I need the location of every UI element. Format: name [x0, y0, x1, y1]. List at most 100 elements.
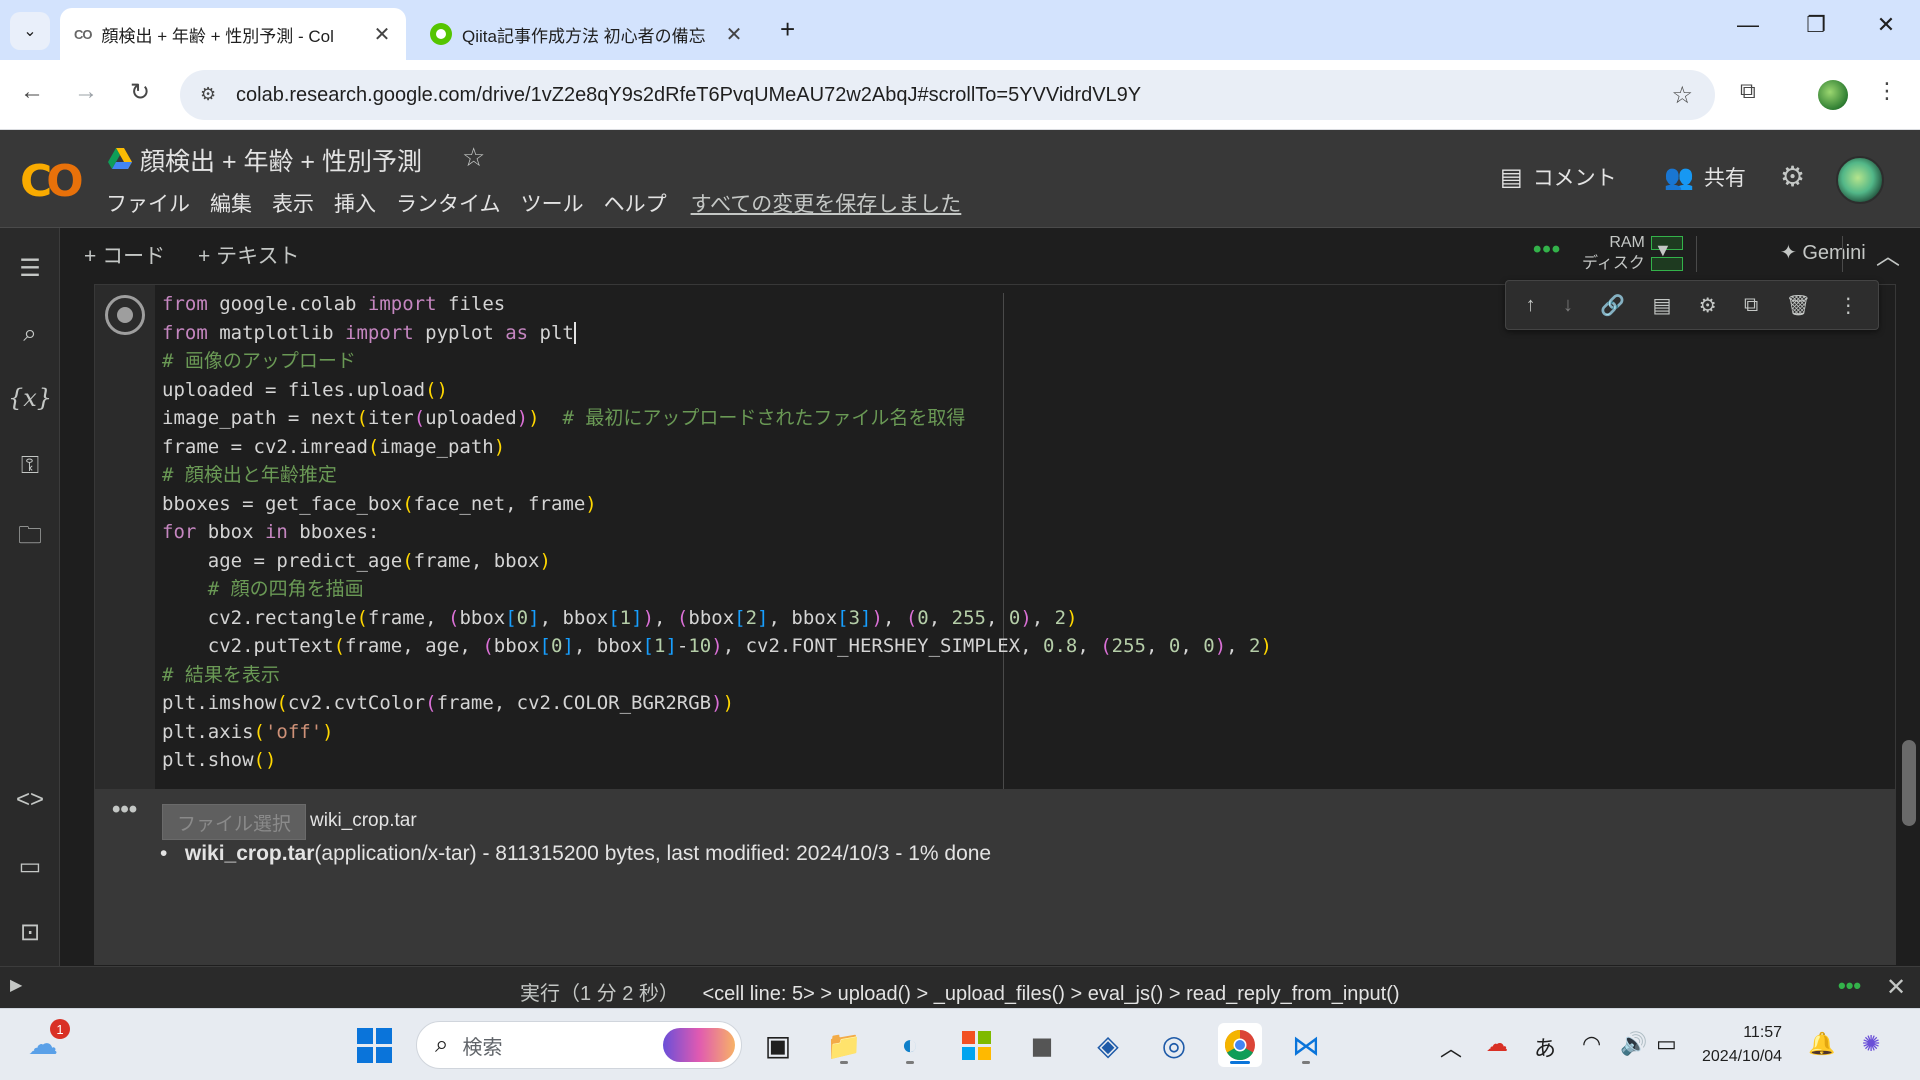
battery-icon[interactable]: ▭: [1656, 1031, 1677, 1057]
minimize-icon[interactable]: —: [1728, 12, 1768, 38]
runtime-status-dots[interactable]: •••: [1533, 236, 1561, 264]
file-select-button[interactable]: ファイル選択: [162, 804, 306, 840]
close-status-icon[interactable]: ✕: [1886, 973, 1906, 1002]
move-cell-down-icon[interactable]: ↓: [1563, 294, 1573, 317]
menu-view[interactable]: 表示: [272, 188, 314, 218]
gemini-label: Gemini: [1802, 242, 1866, 264]
tab-colab[interactable]: CO 顔検出 + 年齢 + 性別予測 - Col ✕: [60, 8, 406, 60]
files-folder-icon[interactable]: 🗀: [0, 518, 60, 559]
notebook-title[interactable]: 顔検出 + 年齢 + 性別予測: [140, 142, 422, 178]
back-icon[interactable]: ←: [14, 78, 50, 106]
onedrive-error-icon[interactable]: ☁: [1486, 1031, 1508, 1057]
code-cell[interactable]: from google.colab import files from matp…: [94, 284, 1896, 790]
new-tab-icon[interactable]: +: [780, 14, 795, 45]
extensions-icon[interactable]: ⧉: [1740, 78, 1756, 104]
restore-icon[interactable]: ❐: [1796, 12, 1836, 38]
comment-button[interactable]: ▤ コメント: [1500, 162, 1617, 192]
url-text: colab.research.google.com/drive/1vZ2e8qY…: [236, 83, 1142, 106]
copilot-icon[interactable]: ✺: [1862, 1031, 1880, 1057]
window-close-icon[interactable]: ✕: [1866, 12, 1906, 38]
notification-bell-icon[interactable]: 🔔: [1808, 1031, 1835, 1057]
task-view-icon[interactable]: ▣: [756, 1023, 800, 1067]
colab-logo[interactable]: CO: [20, 156, 84, 207]
output-actions-icon[interactable]: •••: [112, 796, 137, 824]
share-label: 共有: [1703, 167, 1746, 190]
notebook-scrollbar[interactable]: [1902, 740, 1916, 826]
code-snippets-icon[interactable]: <>: [0, 786, 60, 814]
file-explorer-icon[interactable]: 📁: [822, 1023, 866, 1067]
toolbar-divider: [1842, 236, 1843, 272]
terminal-icon[interactable]: ⊡: [0, 918, 60, 947]
link-icon[interactable]: 🔗: [1600, 293, 1625, 318]
clock-date: 2024/10/04: [1702, 1048, 1783, 1065]
tab-qiita[interactable]: Qiita記事作成方法 初心者の備忘 ✕: [416, 8, 758, 60]
url-input[interactable]: ⚙ colab.research.google.com/drive/1vZ2e8…: [180, 70, 1715, 120]
colab-header: CO 顔検出 + 年齢 + 性別予測 ☆ ファイル 編集 表示 挿入 ランタイム…: [0, 130, 1920, 228]
expand-caret-icon[interactable]: ▶: [10, 975, 22, 995]
ime-indicator[interactable]: あ: [1534, 1031, 1556, 1063]
menu-edit[interactable]: 編集: [210, 188, 252, 218]
search-icon[interactable]: ⌕: [0, 320, 60, 348]
account-avatar[interactable]: [1836, 156, 1884, 204]
share-button[interactable]: 👥 共有: [1664, 162, 1746, 192]
reload-icon[interactable]: ↻: [122, 78, 158, 107]
show-hidden-icons-icon[interactable]: ︿: [1440, 1031, 1462, 1063]
menu-insert[interactable]: 挿入: [334, 188, 376, 218]
volume-icon[interactable]: 🔊: [1620, 1031, 1647, 1057]
upload-filename: wiki_crop.tar: [184, 842, 315, 865]
edge-browser-icon[interactable]: ◐: [888, 1023, 932, 1067]
menu-file[interactable]: ファイル: [106, 188, 190, 218]
code-text[interactable]: from google.colab import files from matp…: [162, 290, 1272, 775]
menu-runtime[interactable]: ランタイム: [396, 188, 501, 218]
browser-menu-icon[interactable]: ⋮: [1876, 78, 1898, 104]
runtime-dropdown-icon[interactable]: ▼: [1654, 240, 1672, 261]
execution-status: 実行（1 分 2 秒） <cell line: 5> > upload() > …: [520, 977, 1400, 1006]
delete-trash-icon[interactable]: 🗑: [1786, 293, 1811, 318]
menu-help[interactable]: ヘルプ: [604, 188, 667, 218]
toolbar-divider: [1696, 236, 1697, 272]
save-status[interactable]: すべての変更を保存しました: [691, 188, 962, 218]
more-options-icon[interactable]: ⋮: [1838, 293, 1858, 318]
settings-gear-icon[interactable]: ⚙: [1780, 160, 1805, 193]
chrome-browser-icon[interactable]: [1218, 1023, 1262, 1067]
taskbar-search-input[interactable]: ⌕ 検索: [416, 1021, 742, 1069]
search-highlight-art: [663, 1028, 735, 1062]
system-clock[interactable]: 11:57 2024/10/04: [1702, 1021, 1782, 1069]
site-info-icon[interactable]: ⚙: [200, 84, 216, 105]
status-dots[interactable]: •••: [1838, 973, 1861, 999]
menu-tools[interactable]: ツール: [521, 188, 584, 218]
tab-close-icon[interactable]: ✕: [724, 22, 744, 47]
clock-app-icon[interactable]: ◎: [1152, 1023, 1196, 1067]
windows-start-icon[interactable]: [352, 1023, 396, 1067]
forward-icon[interactable]: →: [68, 78, 104, 106]
variables-icon[interactable]: {x}: [0, 384, 60, 412]
mirror-cell-icon[interactable]: ⧉: [1744, 294, 1758, 317]
comment-icon[interactable]: ▤: [1653, 293, 1672, 318]
tab-close-icon[interactable]: ✕: [372, 22, 392, 47]
cell-settings-icon[interactable]: ⚙: [1699, 293, 1717, 318]
tab-title: Qiita記事作成方法 初心者の備忘: [462, 26, 706, 46]
wifi-icon[interactable]: ◠: [1582, 1031, 1601, 1057]
execution-trace[interactable]: <cell line: 5> > upload() > _upload_file…: [702, 983, 1399, 1005]
mail-app-icon[interactable]: ◈: [1086, 1023, 1130, 1067]
video-app-icon[interactable]: ◼: [1020, 1023, 1064, 1067]
stop-run-button[interactable]: [105, 295, 145, 335]
table-of-contents-icon[interactable]: ☰: [0, 254, 60, 283]
collapse-header-icon[interactable]: ︿: [1876, 236, 1900, 271]
tab-search-button[interactable]: ⌄: [10, 12, 50, 50]
vscode-icon[interactable]: ⋈: [1284, 1023, 1328, 1067]
command-palette-icon[interactable]: ▭: [0, 852, 60, 881]
microsoft-store-icon[interactable]: [954, 1023, 998, 1067]
code-editor[interactable]: from google.colab import files from matp…: [155, 285, 1895, 789]
address-bar-row: ← → ↻ ⚙ colab.research.google.com/drive/…: [0, 60, 1920, 130]
browser-profile-avatar[interactable]: [1818, 80, 1848, 110]
upload-details: (application/x-tar) - 811315200 bytes, l…: [314, 842, 992, 865]
bookmark-star-icon[interactable]: ☆: [1671, 81, 1693, 110]
cell-output: ••• ファイル選択 wiki_crop.tar • wiki_crop.tar…: [94, 790, 1896, 965]
add-code-button[interactable]: + コード: [84, 240, 165, 270]
star-icon[interactable]: ☆: [462, 142, 485, 173]
secrets-key-icon[interactable]: ⚿: [0, 452, 60, 480]
move-cell-up-icon[interactable]: ↑: [1526, 294, 1536, 317]
gemini-button[interactable]: ✦ Gemini: [1780, 240, 1866, 265]
add-text-button[interactable]: + テキスト: [198, 240, 299, 270]
